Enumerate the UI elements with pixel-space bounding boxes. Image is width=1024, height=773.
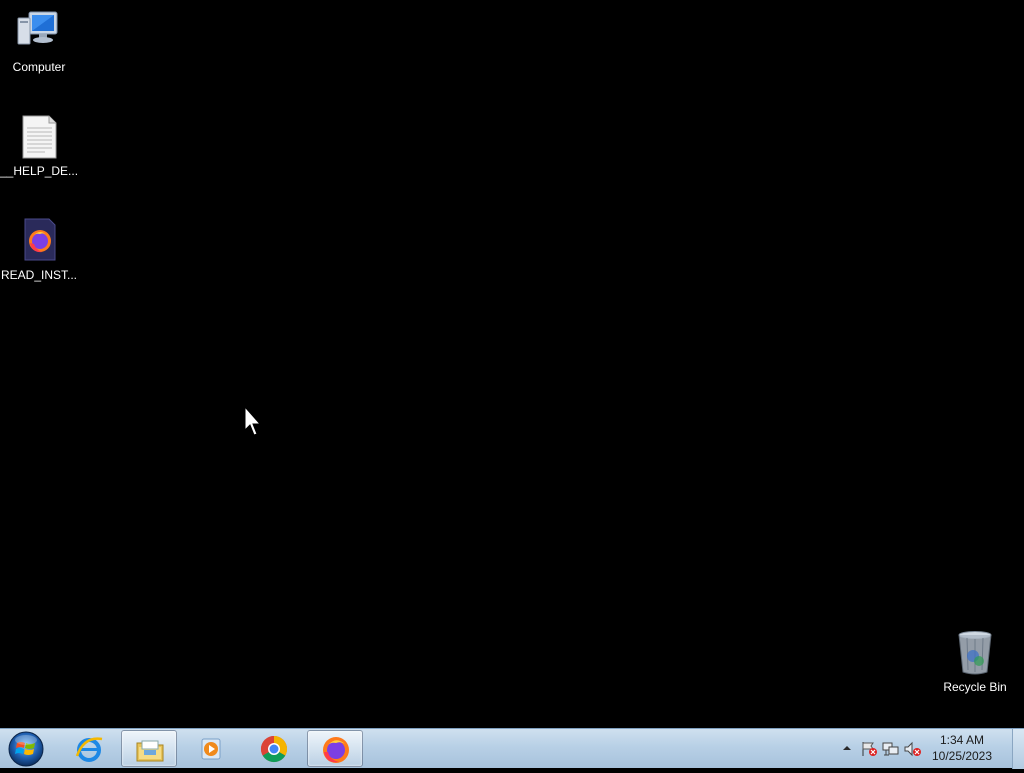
desktop-icon-label: READ_INST... xyxy=(0,268,78,282)
desktop-icon-label: Computer xyxy=(12,60,66,74)
firefox-icon xyxy=(321,735,351,765)
taskbar-clock[interactable]: 1:34 AM 10/25/2023 xyxy=(922,732,1002,764)
start-button[interactable] xyxy=(4,730,48,768)
show-desktop-button[interactable] xyxy=(1012,729,1024,769)
file-explorer-icon xyxy=(135,735,165,765)
clock-date: 10/25/2023 xyxy=(931,749,993,763)
desktop-icon-label: Recycle Bin xyxy=(943,680,1007,694)
clock-time: 1:34 AM xyxy=(939,733,985,747)
action-center-flag-icon[interactable] xyxy=(860,741,878,757)
desktop[interactable]: Computer __HELP_DE... READ_INST... Recyc… xyxy=(0,0,1024,728)
taskbar-file-explorer[interactable] xyxy=(121,730,177,767)
mouse-cursor-icon xyxy=(244,405,264,438)
taskbar-media-player[interactable] xyxy=(183,730,239,767)
taskbar-firefox[interactable] xyxy=(307,730,363,767)
desktop-icon-computer[interactable]: Computer xyxy=(0,8,78,74)
recycle-bin-icon xyxy=(951,628,999,676)
internet-explorer-icon xyxy=(74,734,104,764)
desktop-icon-read-instructions[interactable]: READ_INST... xyxy=(0,216,78,282)
text-file-icon xyxy=(15,112,63,160)
computer-icon xyxy=(15,8,63,56)
taskbar-chrome[interactable] xyxy=(246,730,302,767)
firefox-file-icon xyxy=(15,216,63,264)
media-player-icon xyxy=(196,734,226,764)
desktop-icon-help-file[interactable]: __HELP_DE... xyxy=(0,112,78,178)
system-tray: 1:34 AM 10/25/2023 xyxy=(834,729,1024,769)
network-icon[interactable] xyxy=(882,741,900,757)
windows-logo-icon xyxy=(8,731,44,767)
show-hidden-icons-arrow[interactable] xyxy=(840,741,854,755)
volume-muted-icon[interactable] xyxy=(904,741,922,757)
desktop-icon-recycle-bin[interactable]: Recycle Bin xyxy=(936,628,1014,694)
taskbar-internet-explorer[interactable] xyxy=(61,730,117,767)
desktop-icon-label: __HELP_DE... xyxy=(0,164,78,178)
taskbar: 1:34 AM 10/25/2023 xyxy=(0,728,1024,769)
chrome-icon xyxy=(259,734,289,764)
